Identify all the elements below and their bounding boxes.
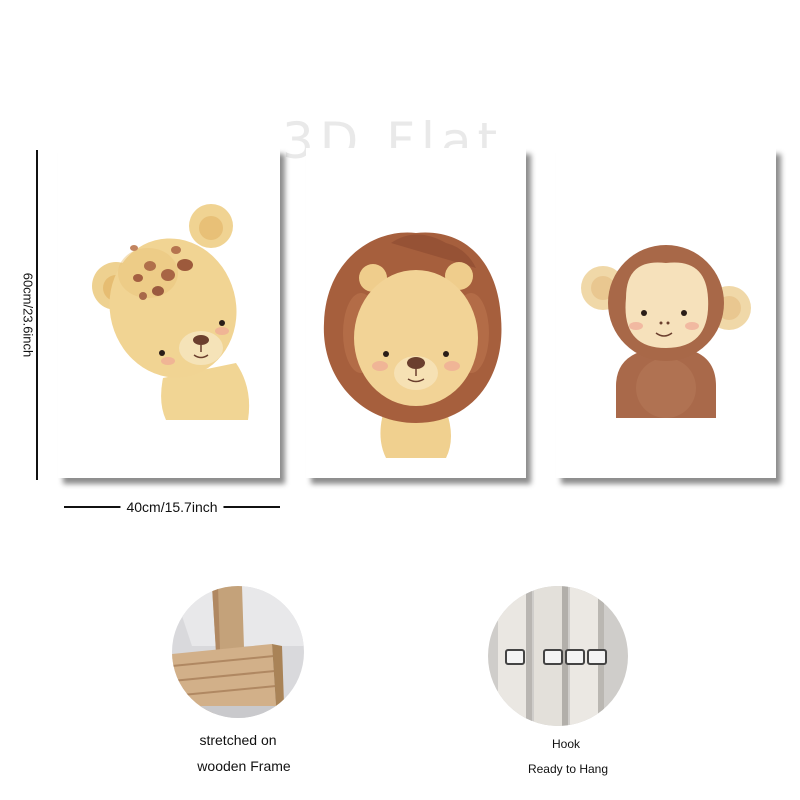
height-label: 60cm/23.6inch xyxy=(20,269,36,361)
height-dimension-line: 60cm/23.6inch xyxy=(20,150,38,480)
hook-caption-line1: Hook xyxy=(551,737,581,751)
hook-caption-line2: Ready to Hang xyxy=(527,762,609,776)
leopard-illustration xyxy=(92,204,250,420)
canvas-lion xyxy=(306,148,526,478)
wooden-frame-photo xyxy=(172,586,304,718)
frame-caption-line1: stretched on xyxy=(199,732,277,748)
canvas-leopard xyxy=(58,148,280,478)
monkey-illustration xyxy=(581,245,751,418)
canvas-monkey xyxy=(556,148,776,478)
width-dimension-line: 40cm/15.7inch xyxy=(64,499,280,515)
lion-illustration xyxy=(323,232,502,458)
width-label: 40cm/15.7inch xyxy=(120,499,224,515)
frame-caption-line2: wooden Frame xyxy=(197,758,291,774)
hook-photo xyxy=(488,586,628,726)
